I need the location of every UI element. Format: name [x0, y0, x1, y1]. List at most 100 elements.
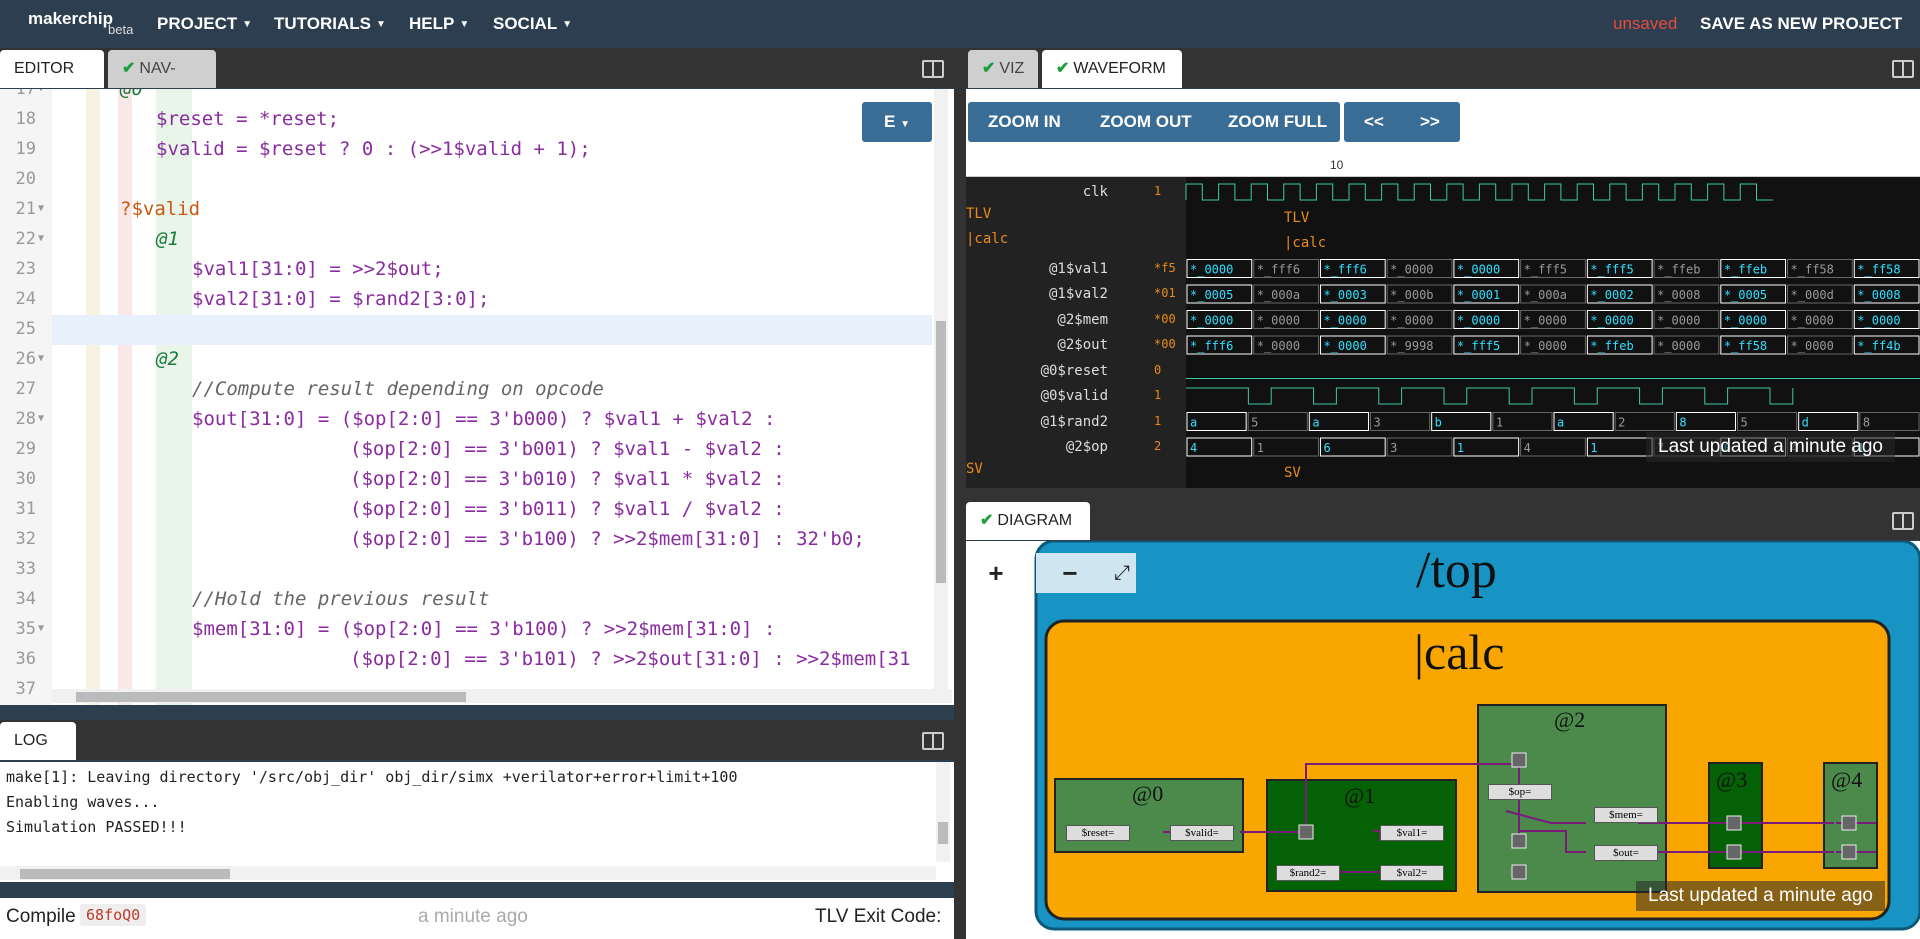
signal-box-rand2[interactable]: $rand2= — [1276, 865, 1340, 881]
signal-cell-value: *_0000 — [1524, 314, 1567, 328]
signal-cell-value: *_0000 — [1657, 314, 1700, 328]
log-output: make[1]: Leaving directory '/src/obj_dir… — [0, 762, 954, 882]
editor-mode-dropdown[interactable]: E ▼ — [862, 102, 932, 142]
diagram-top-title: /top — [1416, 542, 1497, 599]
scrollbar-thumb[interactable] — [936, 321, 946, 583]
zoom-full-button[interactable]: ZOOM FULL — [1228, 102, 1327, 142]
check-icon: ✔ — [122, 60, 136, 77]
line-number: 21 — [15, 199, 36, 219]
caret-down-icon: ▼ — [459, 19, 470, 31]
signal-box-valid[interactable]: $valid= — [1170, 825, 1234, 841]
signal-cell-value: b — [1435, 416, 1442, 430]
zoom-in-diagram-button[interactable]: + — [976, 553, 1016, 593]
signal-cell-value: *_fff6 — [1257, 263, 1300, 277]
signal-cell-value: 1 — [1457, 441, 1464, 455]
signal-cell-value: *_fff5 — [1524, 263, 1567, 277]
signal-box-reset[interactable]: $reset= — [1066, 825, 1130, 841]
signal-cell-value: *_0000 — [1791, 339, 1834, 353]
caret-down-icon: ▼ — [900, 119, 910, 130]
code-line: 29 ($op[2:0] == 3'b001) ? $val1 - $val2 : — [0, 434, 930, 464]
signal-cell-value: *_0000 — [1257, 339, 1300, 353]
scroll-left-button[interactable]: << — [1364, 102, 1384, 142]
scrollbar-thumb[interactable] — [938, 822, 948, 844]
waveform-last-updated: Last updated a minute ago — [1646, 432, 1896, 462]
line-number: 36 — [15, 649, 36, 669]
tab-diagram[interactable]: ✔ DIAGRAM — [966, 502, 1090, 540]
signal-cell-value: 4 — [1524, 441, 1531, 455]
split-panel-icon[interactable] — [922, 732, 944, 750]
menu-social[interactable]: SOCIAL ▼ — [493, 14, 572, 34]
signal-box-mem[interactable]: $mem= — [1594, 807, 1658, 823]
check-icon: ✔ — [1056, 60, 1070, 77]
vertical-splitter[interactable] — [954, 48, 966, 939]
split-panel-icon[interactable] — [1892, 60, 1914, 78]
signal-cell-value: a — [1557, 416, 1564, 430]
split-panel-icon[interactable] — [922, 60, 944, 78]
signal-cell-value: 8 — [1863, 416, 1870, 430]
diagram-last-updated: Last updated a minute ago — [1636, 881, 1886, 911]
horizontal-splitter[interactable] — [966, 488, 1920, 500]
line-number: 37 — [15, 679, 36, 699]
fold-arrow-icon[interactable]: ▼ — [38, 344, 44, 374]
expand-icon[interactable]: ⤢ — [1102, 553, 1142, 593]
tab-editor[interactable]: EDITOR — [0, 50, 104, 88]
split-panel-icon[interactable] — [1892, 512, 1914, 530]
menu-project[interactable]: PROJECT ▼ — [157, 14, 252, 34]
fold-arrow-icon[interactable]: ▼ — [38, 89, 44, 104]
zoom-in-button[interactable]: ZOOM IN — [988, 102, 1061, 142]
zoom-out-button[interactable]: ZOOM OUT — [1100, 102, 1192, 142]
scrollbar-thumb[interactable] — [76, 692, 466, 702]
makerchip-logo[interactable]: makerchip — [28, 9, 113, 29]
signal-cell-value: *_fff6 — [1190, 339, 1233, 353]
compile-id-badge[interactable]: 68foQ0 — [80, 904, 147, 926]
zoom-button-group: ZOOM IN ZOOM OUT ZOOM FULL — [968, 102, 1340, 142]
signal-box-out[interactable]: $out= — [1594, 845, 1658, 861]
tab-log-label: LOG — [14, 732, 48, 749]
code-text: ($op[2:0] == 3'b101) ? >>2$out[31:0] : >… — [350, 648, 911, 670]
signal-cell-value: 1 — [1496, 416, 1503, 430]
code-text: @2 — [156, 348, 179, 370]
fold-arrow-icon[interactable]: ▼ — [38, 404, 44, 434]
signal-cell-value: *_fff5 — [1590, 263, 1633, 277]
zoom-out-diagram-button[interactable]: − — [1050, 553, 1090, 593]
save-as-new-project-button[interactable]: SAVE AS NEW PROJECT — [1700, 14, 1902, 34]
signal-cell-value: *_ff58 — [1791, 263, 1834, 277]
signal-box-op[interactable]: $op= — [1488, 784, 1552, 800]
editor-vertical-scrollbar[interactable] — [934, 89, 948, 689]
diagram-view[interactable]: + − ⤢ /top |calc @0 @1 @2 @3 @4 $reset= … — [966, 541, 1920, 939]
signal-box-val1[interactable]: $val1= — [1380, 825, 1444, 841]
stage-3-label: @3 — [1716, 767, 1748, 792]
check-icon: ✔ — [980, 512, 994, 529]
signal-cell-value: *_000a — [1524, 288, 1567, 302]
scrollbar-thumb[interactable] — [20, 869, 230, 879]
tab-nav-tlv[interactable]: ✔NAV-TLV — [108, 50, 216, 115]
code-editor[interactable]: 17▼@0 18$reset = *reset; 19$valid = $res… — [0, 89, 954, 705]
tab-waveform[interactable]: ✔ WAVEFORM — [1042, 50, 1182, 88]
code-text: @0 — [120, 89, 143, 100]
signal-box-val2[interactable]: $val2= — [1380, 865, 1444, 881]
fold-arrow-icon[interactable]: ▼ — [38, 224, 44, 254]
signal-cell-value: *_0000 — [1457, 314, 1500, 328]
scroll-right-button[interactable]: >> — [1420, 102, 1440, 142]
tab-viz[interactable]: ✔ VIZ — [968, 50, 1038, 88]
line-number: 18 — [15, 109, 36, 129]
tab-log[interactable]: LOG — [0, 722, 76, 760]
signal-cell-value: *_0008 — [1857, 288, 1900, 302]
editor-horizontal-scrollbar[interactable] — [52, 689, 952, 703]
log-vertical-scrollbar[interactable] — [936, 762, 950, 862]
menu-project-label: PROJECT — [157, 14, 238, 33]
signal-cell-value: 3 — [1374, 416, 1381, 430]
signal-cell-value: *_ffeb — [1657, 263, 1700, 277]
signal-cell-value: *_9998 — [1390, 339, 1433, 353]
signal-cell-value: *_0000 — [1323, 314, 1366, 328]
line-number: 25 — [15, 319, 36, 339]
log-horizontal-scrollbar[interactable] — [0, 866, 936, 880]
menu-help[interactable]: HELP ▼ — [409, 14, 469, 34]
signal-cell-value: *_000d — [1791, 288, 1834, 302]
fold-arrow-icon[interactable]: ▼ — [38, 614, 44, 644]
signal-cell-value: 1 — [1257, 441, 1264, 455]
line-number: 19 — [15, 139, 36, 159]
fold-arrow-icon[interactable]: ▼ — [38, 194, 44, 224]
signal-cell-value: *_0000 — [1657, 339, 1700, 353]
menu-tutorials[interactable]: TUTORIALS ▼ — [274, 14, 386, 34]
